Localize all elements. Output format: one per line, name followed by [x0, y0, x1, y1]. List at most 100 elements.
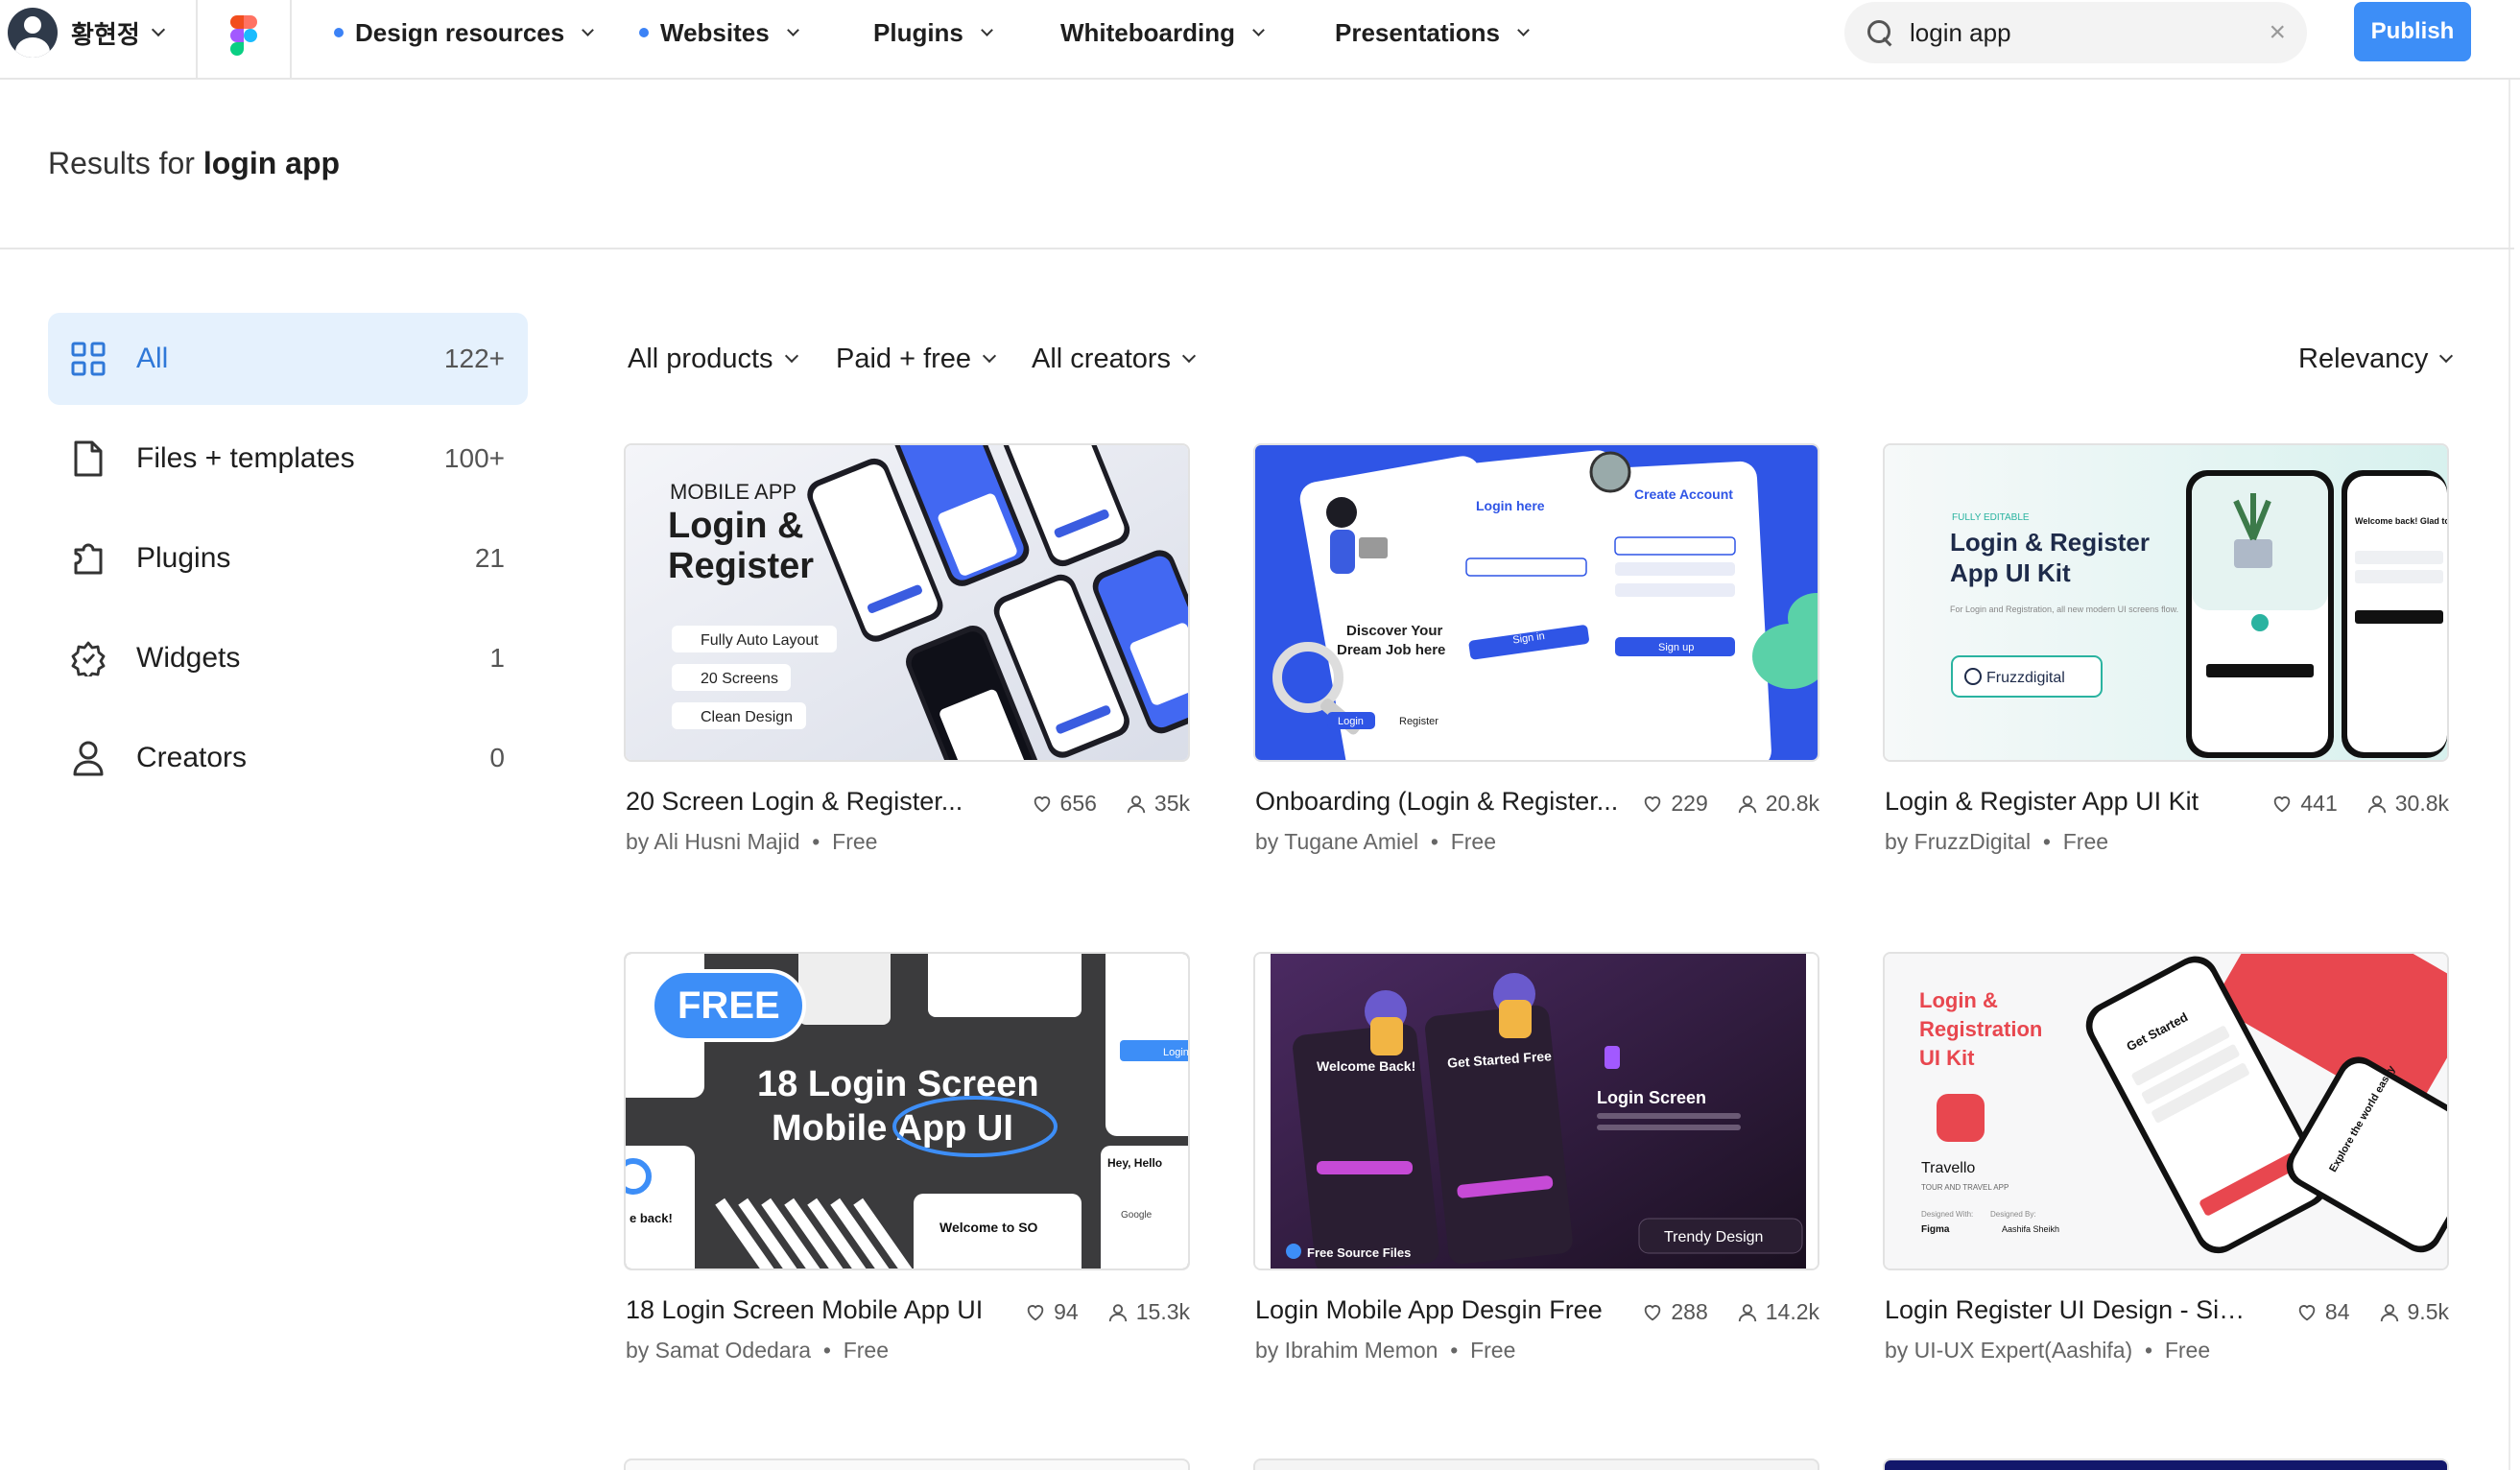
card-thumbnail[interactable]: FULLY EDITABLE Login & Register App UI K…: [1883, 443, 2449, 762]
sidebar-item-label: All: [136, 343, 169, 374]
thumb-text: Welcome back! Glad to see you, Again!: [2355, 516, 2449, 526]
author-name[interactable]: by Ibrahim Memon: [1255, 1338, 1438, 1363]
thumb-tag: Trendy Design: [1664, 1229, 1763, 1245]
filter-products-dropdown[interactable]: All products: [628, 340, 798, 378]
thumb-heading: App UI Kit: [1950, 558, 2071, 587]
author-name[interactable]: by Ali Husni Majid: [626, 829, 800, 854]
card-thumbnail[interactable]: MOBILE APP Login & Register Fully Auto L…: [624, 443, 1190, 762]
nav-label: Presentations: [1335, 17, 1500, 47]
nav-websites[interactable]: Websites: [639, 13, 799, 52]
nav-whiteboarding[interactable]: Whiteboarding: [1060, 13, 1265, 52]
heart-icon[interactable]: [1025, 1302, 1046, 1323]
thumb-kicker: FULLY EDITABLE: [1952, 512, 2030, 523]
heart-icon[interactable]: [1642, 794, 1663, 815]
divider: [196, 0, 198, 80]
sort-dropdown[interactable]: Relevancy: [2298, 340, 2454, 378]
card-title[interactable]: Onboarding (Login & Register...: [1255, 787, 1629, 817]
heart-icon[interactable]: [2271, 794, 2293, 815]
thumb-tagline: TOUR AND TRAVEL APP: [1921, 1183, 2009, 1192]
result-card[interactable]: Welcome Back! Get Started Free Login Scr…: [1253, 952, 1819, 1363]
nav-design-resources[interactable]: Design resources: [334, 13, 595, 52]
price-label: Free: [1470, 1338, 1516, 1363]
thumb-text: Welcome Back!: [1317, 1058, 1415, 1074]
filter-creators-dropdown[interactable]: All creators: [1032, 340, 1197, 378]
thumb-text: Welcome to SO: [939, 1220, 1038, 1235]
card-thumbnail[interactable]: [1883, 1458, 2449, 1470]
close-icon[interactable]: ×: [2269, 16, 2286, 49]
user-count: 20.8k: [1765, 791, 1819, 816]
sort-label: Relevancy: [2298, 343, 2429, 374]
thumb-chip: Fully Auto Layout: [701, 632, 819, 649]
thumb-text: Designed By:: [1990, 1210, 2036, 1219]
user-count: 30.8k: [2394, 791, 2449, 816]
thumb-text: Google: [1121, 1210, 1153, 1221]
scrollbar[interactable]: [2508, 80, 2510, 1470]
sidebar-item-files-templates[interactable]: Files + templates 100+: [48, 413, 528, 505]
user-menu[interactable]: 황현정: [8, 8, 165, 58]
heart-icon[interactable]: [2296, 1302, 2318, 1323]
card-title[interactable]: Login & Register App UI Kit: [1885, 787, 2259, 817]
sidebar-item-count: 1: [489, 643, 505, 673]
card-title[interactable]: Login Register UI Design - Signi...: [1885, 1295, 2259, 1325]
search-input[interactable]: [1910, 17, 2254, 48]
card-thumbnail[interactable]: Discover Your Dream Job here Login Regis…: [1253, 443, 1819, 762]
sidebar-item-all[interactable]: All 122+: [48, 313, 528, 405]
person-icon: [69, 739, 107, 777]
thumb-chip: Clean Design: [701, 709, 793, 725]
nav-label: Whiteboarding: [1060, 17, 1235, 47]
filter-label: Paid + free: [836, 343, 972, 374]
thumb-button: Login: [1163, 1047, 1189, 1058]
card-title[interactable]: 20 Screen Login & Register...: [626, 787, 1000, 817]
grid-icon: [69, 340, 107, 378]
card-thumbnail[interactable]: [1253, 1458, 1819, 1470]
card-thumbnail[interactable]: [624, 1458, 1190, 1470]
author-name[interactable]: by Samat Odedara: [626, 1338, 811, 1363]
card-title[interactable]: 18 Login Screen Mobile App UI: [626, 1295, 1000, 1325]
card-thumbnail[interactable]: Welcome Back! Get Started Free Login Scr…: [1253, 952, 1819, 1270]
thumb-text: Discover Your: [1346, 623, 1442, 639]
thumb-chip: 20 Screens: [701, 671, 778, 687]
card-title[interactable]: Login Mobile App Desgin Free: [1255, 1295, 1629, 1325]
thumb-heading: UI Kit: [1919, 1046, 1975, 1070]
thumb-text: Designed With:: [1921, 1210, 1973, 1219]
result-card[interactable]: Login e back! Welcome to SO Hey, Hello G…: [624, 952, 1190, 1363]
card-author: by Ibrahim Memon • Free: [1255, 1338, 1516, 1363]
sidebar-item-plugins[interactable]: Plugins 21: [48, 512, 528, 605]
sidebar-item-creators[interactable]: Creators 0: [48, 712, 528, 804]
heart-icon[interactable]: [1642, 1302, 1663, 1323]
result-card[interactable]: FULLY EDITABLE Login & Register App UI K…: [1883, 443, 2449, 854]
card-author: by Ali Husni Majid • Free: [626, 829, 878, 854]
price-label: Free: [1450, 829, 1496, 854]
thumb-heading: Login Screen: [1597, 1088, 1706, 1107]
author-name[interactable]: by UI-UX Expert(Aashifa): [1885, 1338, 2132, 1363]
card-stats: 288 14.2k: [1642, 1299, 1819, 1325]
user-name: 황현정: [71, 19, 140, 49]
filter-pricing-dropdown[interactable]: Paid + free: [836, 340, 997, 378]
plugin-icon: [69, 539, 107, 578]
card-stats: 94 15.3k: [1025, 1299, 1190, 1325]
heart-icon[interactable]: [1032, 794, 1053, 815]
sidebar-item-label: Creators: [136, 742, 248, 773]
thumb-heading: Register: [668, 546, 814, 586]
card-thumbnail[interactable]: Login & Registration UI Kit Travello TOU…: [1883, 952, 2449, 1270]
chevron-down-icon: [582, 23, 595, 36]
chevron-down-icon: [2439, 348, 2454, 364]
chevron-down-icon: [784, 348, 798, 364]
figma-logo-icon[interactable]: [230, 15, 257, 56]
nav-presentations[interactable]: Presentations: [1335, 13, 1530, 52]
result-card[interactable]: MOBILE APP Login & Register Fully Auto L…: [624, 443, 1190, 854]
result-card[interactable]: Discover Your Dream Job here Login Regis…: [1253, 443, 1819, 854]
publish-button[interactable]: Publish: [2354, 2, 2471, 61]
chevron-down-icon: [1181, 348, 1197, 364]
user-count: 9.5k: [2407, 1299, 2449, 1324]
price-label: Free: [2164, 1338, 2211, 1363]
author-name[interactable]: by Tugane Amiel: [1255, 829, 1418, 854]
like-count: 656: [1059, 791, 1097, 816]
author-name[interactable]: by FruzzDigital: [1885, 829, 2031, 854]
card-thumbnail[interactable]: Login e back! Welcome to SO Hey, Hello G…: [624, 952, 1190, 1270]
results-query: login app: [202, 146, 341, 180]
sidebar-item-widgets[interactable]: Widgets 1: [48, 612, 528, 704]
nav-plugins[interactable]: Plugins: [873, 13, 993, 52]
divider: [290, 0, 292, 80]
result-card[interactable]: Login & Registration UI Kit Travello TOU…: [1883, 952, 2449, 1363]
